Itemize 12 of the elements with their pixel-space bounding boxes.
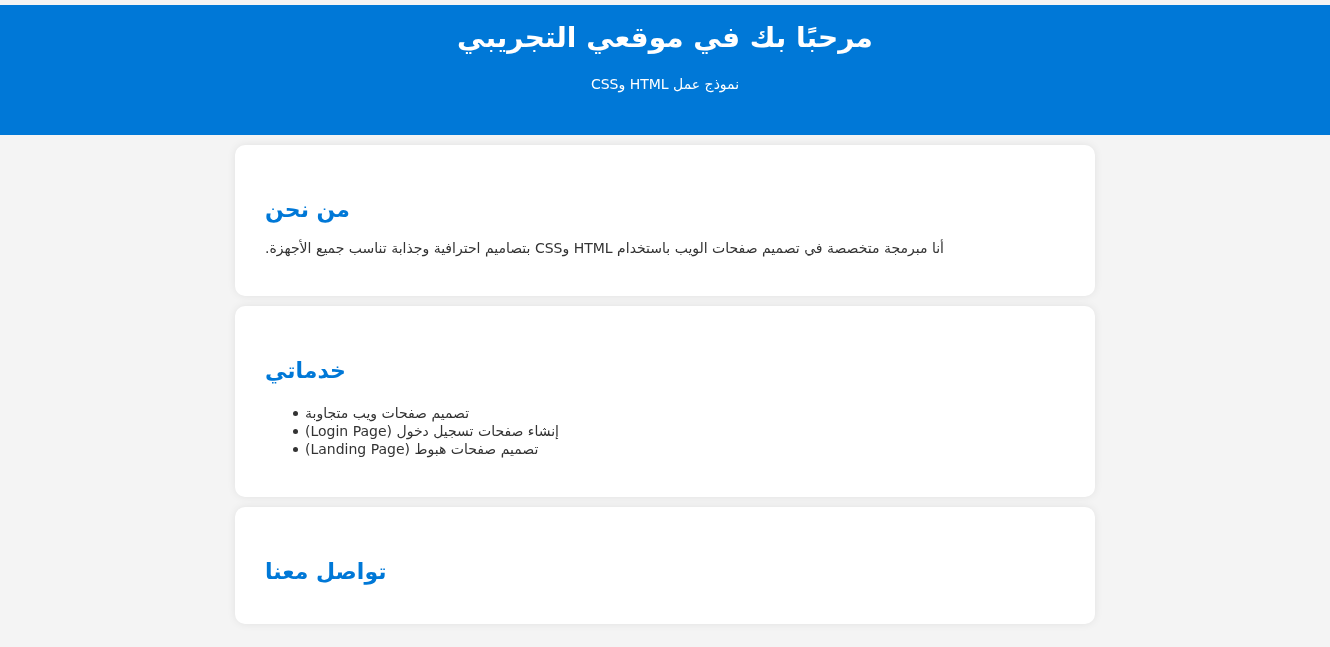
section-heading: تواصل معنا [265, 559, 387, 584]
site-title: مرحبًا بك في موقعي التجريبي [457, 21, 873, 54]
bullet-icon [293, 446, 298, 452]
section-paragraph: أنا مبرمجة متخصصة في تصميم صفحات الويب باستخدام HTML وCSS بتصاميم احترافية وجذابة تناسب جميع الأجهزة. [265, 240, 944, 256]
bullet-icon [293, 410, 298, 416]
bullet-icon [293, 428, 298, 434]
section-heading: خدماتي [265, 358, 346, 383]
service-item: تصميم صفحات ويب متجاوبة [305, 405, 470, 421]
section-heading: من نحن [265, 197, 350, 222]
site-subtitle: نموذج عمل HTML وCSS [590, 76, 740, 92]
service-item: تصميم صفحات هبوط (Landing Page) [305, 441, 539, 457]
service-item: إنشاء صفحات تسجيل دخول (Login Page) [305, 423, 559, 439]
